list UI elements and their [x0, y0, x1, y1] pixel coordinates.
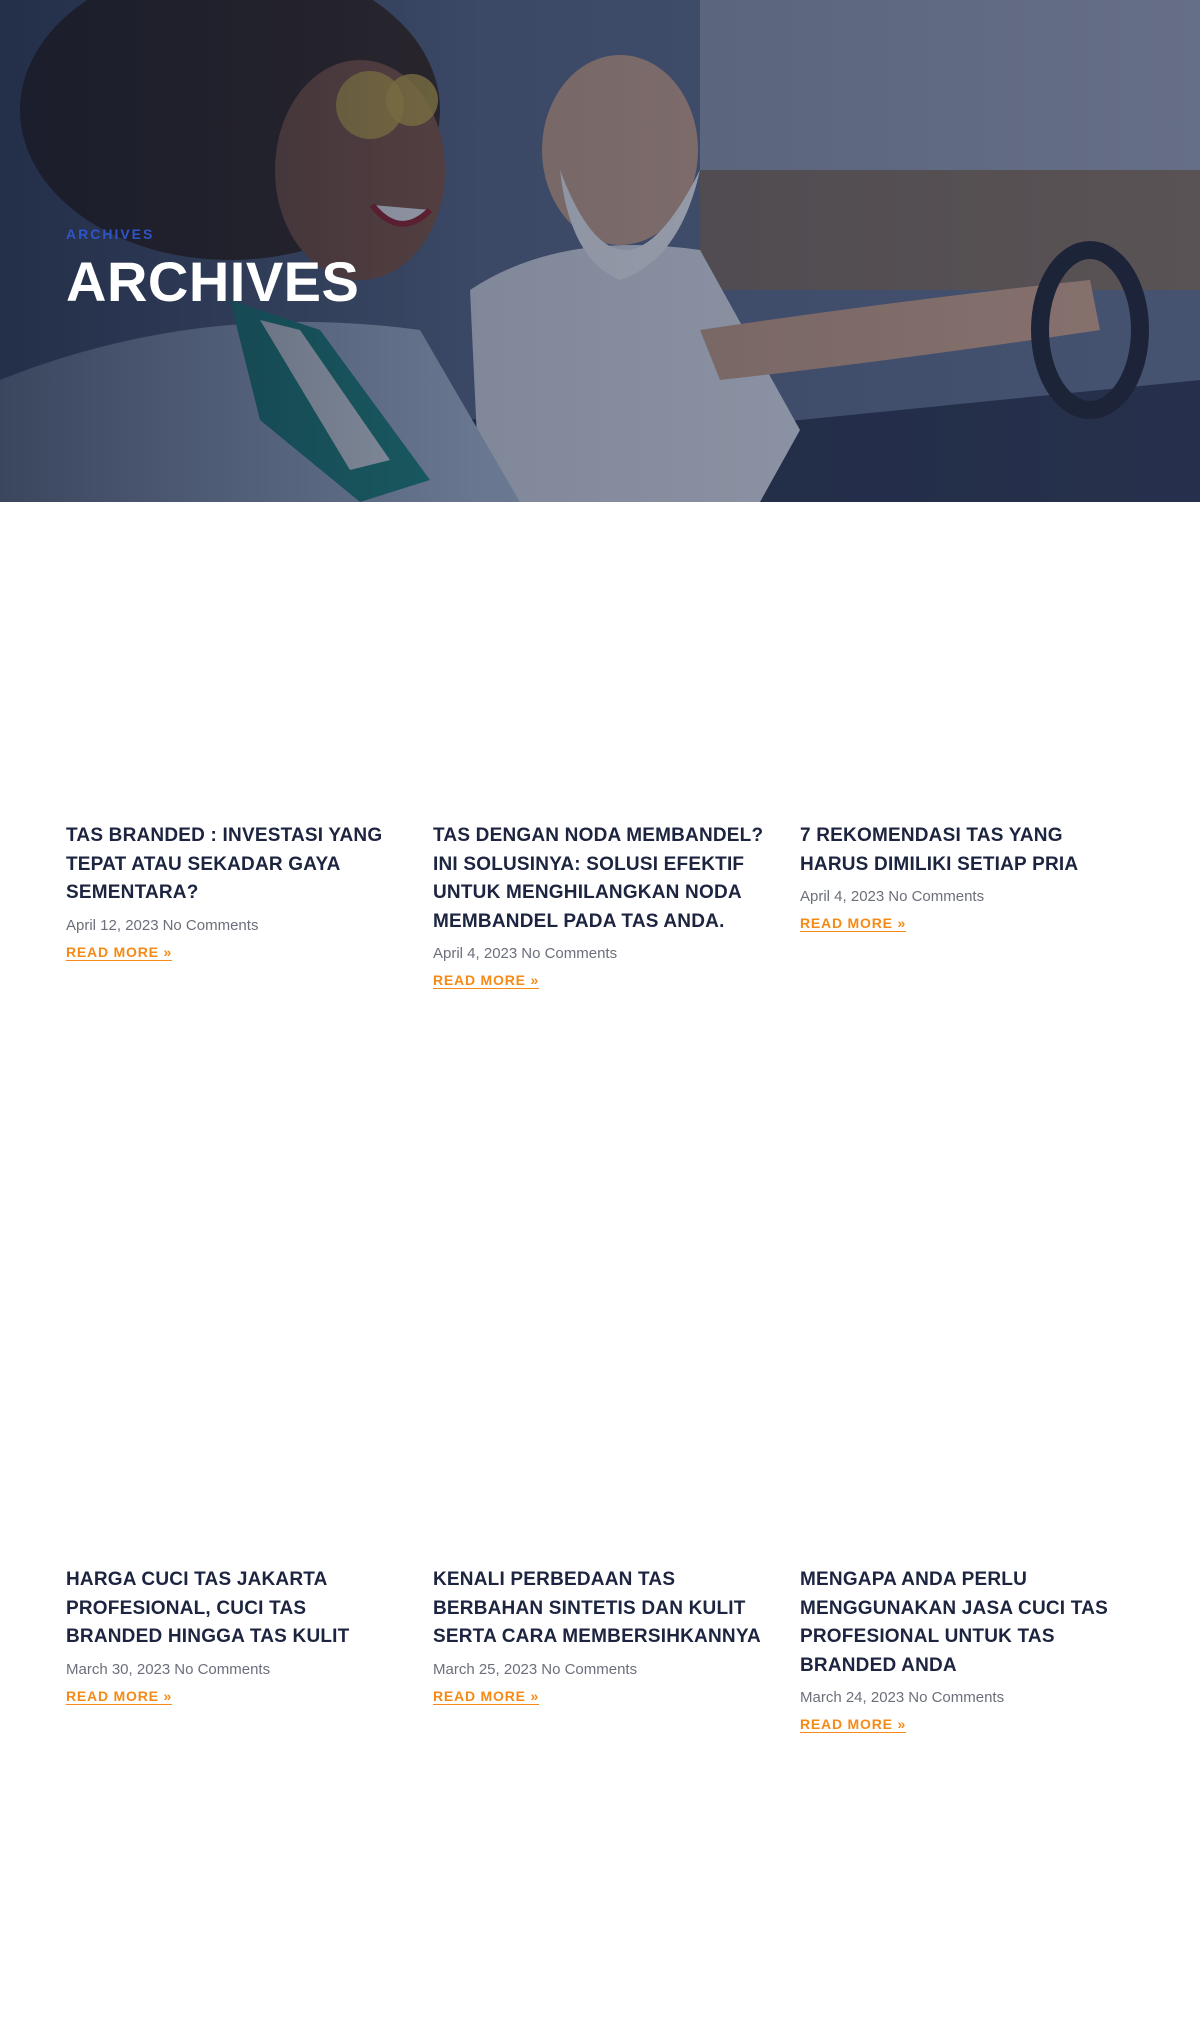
post-date: April 12, 2023	[66, 916, 159, 934]
read-more-link[interactable]: READ MORE »	[433, 972, 539, 988]
post-comments[interactable]: No Comments	[541, 1661, 637, 1678]
post-meta: March 25, 2023 No Comments	[433, 1660, 769, 1680]
posts-grid: TAS BRANDED : INVESTASI YANG TEPAT ATAU …	[66, 502, 1134, 2036]
post-card: KENALI PERBEDAAN TAS BERBAHAN SINTETIS D…	[433, 1246, 769, 2036]
post-meta: April 4, 2023 No Comments	[800, 887, 1136, 907]
post-card: TAS BRANDED : INVESTASI YANG TEPAT ATAU …	[66, 502, 402, 1246]
page-title: ARCHIVES	[66, 250, 360, 313]
post-title-link[interactable]: HARGA CUCI TAS JAKARTA PROFESIONAL, CUCI…	[66, 1566, 402, 1652]
post-title-link[interactable]: TAS DENGAN NODA MEMBANDEL? INI SOLUSINYA…	[433, 822, 769, 936]
read-more-link[interactable]: READ MORE »	[66, 944, 172, 960]
post-card: MENGAPA ANDA PERLU MENGGUNAKAN JASA CUCI…	[800, 1246, 1136, 2036]
archive-hero: ARCHIVES ARCHIVES	[0, 0, 1200, 502]
post-date: March 24, 2023	[800, 1689, 905, 1707]
post-date: April 4, 2023	[433, 945, 518, 963]
post-meta: March 24, 2023 No Comments	[800, 1688, 1136, 1708]
hero-content: ARCHIVES ARCHIVES	[66, 226, 359, 310]
post-meta: March 30, 2023 No Comments	[66, 1660, 402, 1680]
post-date: March 30, 2023	[66, 1660, 171, 1678]
read-more-link[interactable]: READ MORE »	[800, 915, 906, 931]
post-meta: April 4, 2023 No Comments	[433, 944, 769, 964]
post-date: April 4, 2023	[800, 888, 885, 906]
post-card: HARGA CUCI TAS JAKARTA PROFESIONAL, CUCI…	[66, 1246, 402, 2036]
post-comments[interactable]: No Comments	[521, 945, 617, 962]
post-comments[interactable]: No Comments	[908, 1689, 1004, 1706]
post-comments[interactable]: No Comments	[888, 888, 984, 905]
post-comments[interactable]: No Comments	[163, 917, 259, 934]
read-more-link[interactable]: READ MORE »	[433, 1688, 539, 1704]
post-title-link[interactable]: KENALI PERBEDAAN TAS BERBAHAN SINTETIS D…	[433, 1566, 769, 1652]
post-comments[interactable]: No Comments	[174, 1661, 270, 1678]
post-title-link[interactable]: TAS BRANDED : INVESTASI YANG TEPAT ATAU …	[66, 822, 402, 908]
post-title-link[interactable]: MENGAPA ANDA PERLU MENGGUNAKAN JASA CUCI…	[800, 1566, 1136, 1680]
post-meta: April 12, 2023 No Comments	[66, 916, 402, 936]
hero-kicker: ARCHIVES	[66, 226, 155, 242]
post-title-link[interactable]: 7 REKOMENDASI TAS YANG HARUS DIMILIKI SE…	[800, 822, 1136, 879]
post-card: 7 REKOMENDASI TAS YANG HARUS DIMILIKI SE…	[800, 502, 1136, 1246]
post-date: March 25, 2023	[433, 1660, 538, 1678]
read-more-link[interactable]: READ MORE »	[66, 1688, 172, 1704]
read-more-link[interactable]: READ MORE »	[800, 1716, 906, 1732]
post-card: TAS DENGAN NODA MEMBANDEL? INI SOLUSINYA…	[433, 502, 769, 1246]
